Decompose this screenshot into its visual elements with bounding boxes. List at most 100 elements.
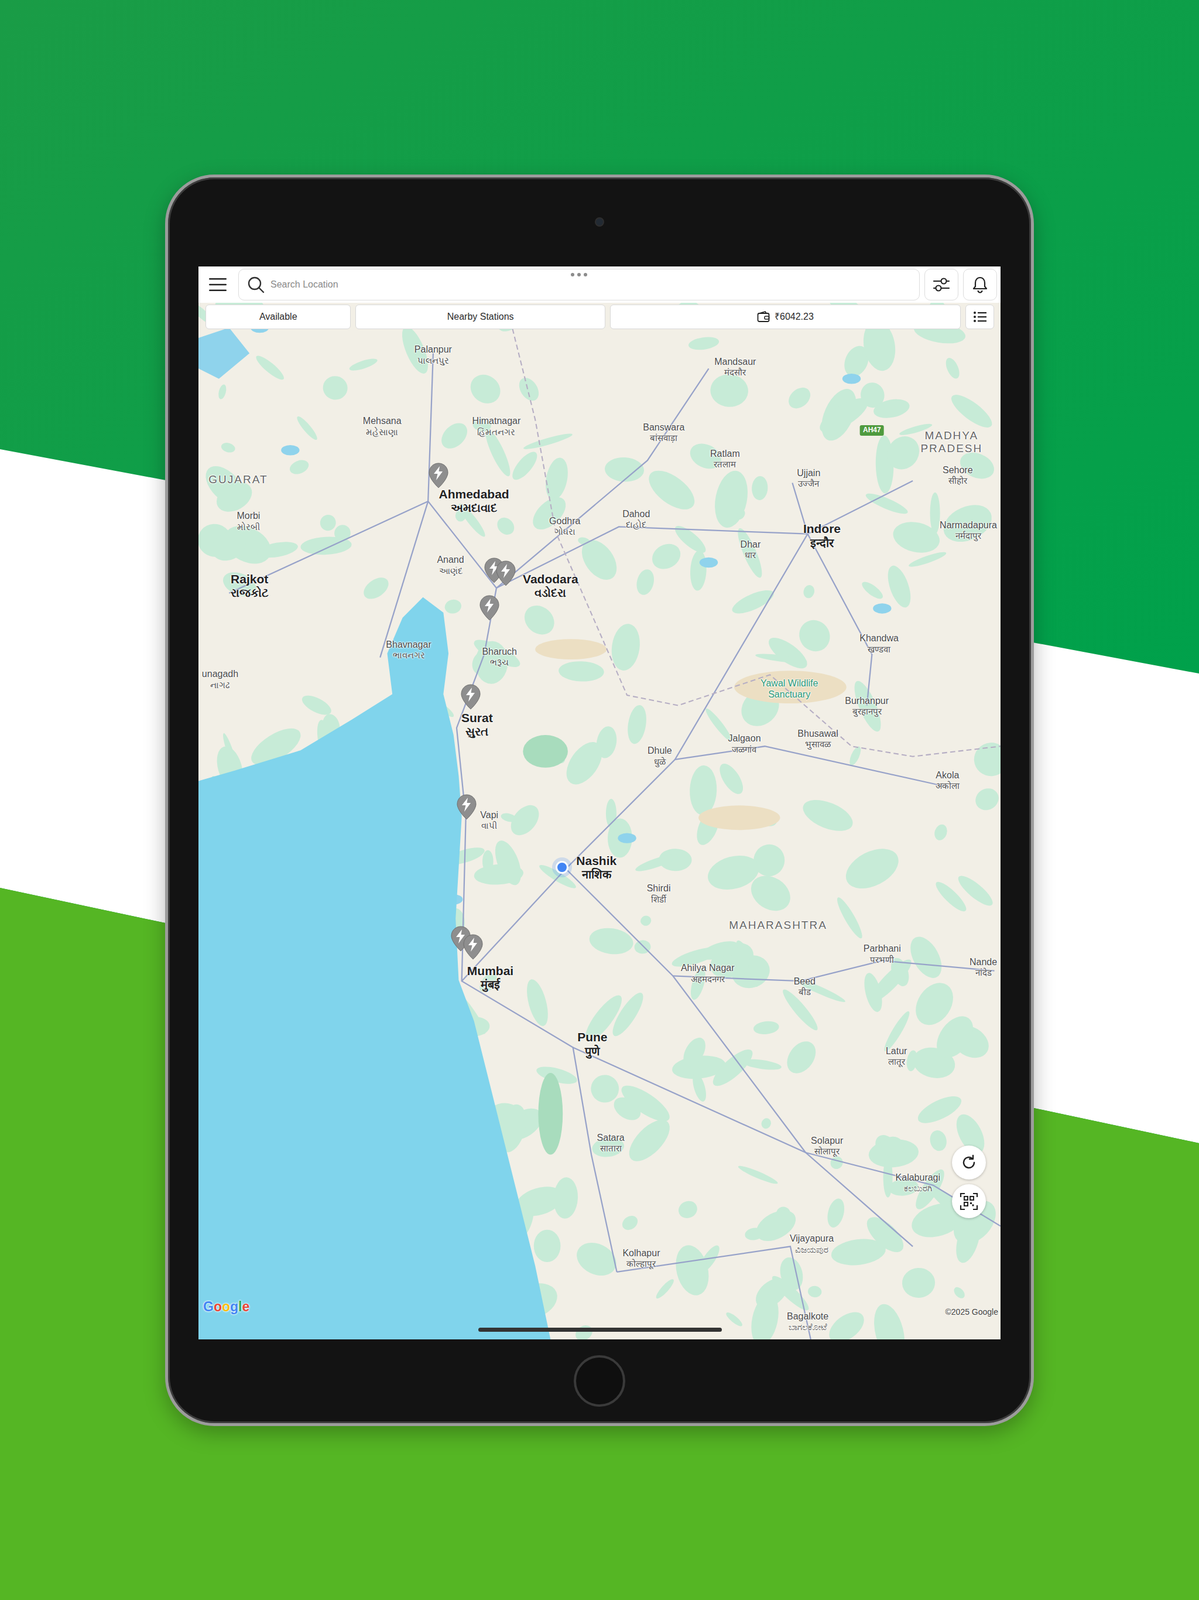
label-local-name: આણંદ [436, 565, 464, 576]
city-label: Bhusawalभुसावळ [797, 728, 838, 750]
label-name: Ratlam [710, 448, 741, 459]
label-local-name: अकोला [935, 780, 960, 791]
highway-badge: AH47 [860, 425, 885, 436]
label-local-name: बीड [793, 986, 816, 997]
map-attribution: ©2025 Google [945, 1305, 999, 1318]
city-label: Kolhapurकोल्हापूर [622, 1247, 660, 1269]
city-label: Himatnagarહિંમતનગર [472, 415, 522, 437]
city-label: Nandeनांदेड [969, 956, 998, 978]
wallet-chip[interactable]: ₹6042.23 [610, 304, 961, 330]
label-name: Shirdi [646, 882, 671, 894]
city-label: Bharuchભરૂચ [481, 646, 517, 668]
filter-button[interactable] [924, 268, 959, 301]
city-label: Morbiમોરબી [236, 510, 260, 532]
label-local-name: सातारा [597, 1142, 625, 1153]
label-local-name: धार [740, 549, 762, 560]
search-icon [247, 275, 265, 294]
home-button[interactable] [573, 1354, 626, 1407]
city-label: Ujjainउज्जैन [796, 467, 821, 489]
label-local-name: बुरहानपुर [844, 706, 889, 717]
label-name: Vijayapura [789, 1232, 834, 1244]
label-local-name: नर्मदापुर [939, 530, 998, 541]
label-name: Narmadapura [939, 519, 998, 531]
station-pin-icon[interactable] [495, 560, 516, 587]
label-name: Bhavnagar [385, 639, 431, 650]
label-local-name: मंदसौर [714, 367, 756, 378]
list-view-button[interactable] [965, 304, 995, 330]
label-local-name: ಕಲಬುರಗಿ [895, 1182, 941, 1193]
city-label: Burhanpurबुरहानपुर [844, 695, 889, 717]
city-label: Vapiવાપી [480, 809, 499, 831]
map-canvas[interactable] [198, 266, 1001, 1339]
filter-chip[interactable]: Nearby Stations [355, 304, 605, 330]
scan-qr-button[interactable] [951, 1183, 986, 1218]
tablet-frame: PalanpurપાલનપુરMandsaurमंदसौरMehsanaમહેસ… [165, 174, 1034, 1426]
city-label: Beedबीड [793, 975, 816, 998]
label-name: Bharuch [481, 646, 517, 657]
label-name: Parbhani [863, 943, 902, 954]
label-name: Nande [969, 956, 998, 968]
filter-group: Available Nearby Stations [205, 304, 606, 330]
label-name: Vapi [480, 809, 499, 821]
menu-button[interactable] [201, 268, 234, 301]
region-label: MADHYA PRADESH [920, 429, 983, 455]
station-pin-icon[interactable] [463, 933, 483, 960]
filter-label: Available [259, 309, 298, 324]
map-actions [951, 1145, 986, 1218]
city-label: unagadhનાગઢ [201, 668, 239, 690]
top-controls: Available Nearby Stations ₹6042.23 [198, 266, 1001, 330]
wallet-balance: ₹6042.23 [774, 309, 814, 324]
city-label: Shirdiशिर्डी [646, 882, 671, 904]
station-pin-icon[interactable] [460, 683, 481, 710]
label-local-name: लातूर [885, 1056, 907, 1067]
label-local-name: હિંમતનગર [472, 426, 522, 437]
city-label: Dhuleधुळे [647, 745, 673, 767]
label-local-name: मुंबई [467, 977, 514, 992]
label-name: Indore [803, 521, 841, 536]
city-label: Anandઆણંદ [436, 554, 464, 576]
label-name: Khandwa [859, 632, 899, 644]
city-label: Jalgaonजळगांव [727, 732, 761, 755]
station-pin-icon[interactable] [479, 594, 500, 621]
label-local-name: सीहोर [942, 475, 974, 486]
label-name: Beed [793, 975, 816, 987]
city-label: Mandsaurमंदसौर [714, 356, 756, 378]
city-label: Indoreइन्दौर [803, 521, 841, 550]
city-label: Parbhaniपरभणी [863, 943, 902, 965]
bottom-bezel [168, 1338, 1031, 1423]
sliders-icon [932, 276, 951, 293]
label-name: Anand [436, 554, 464, 565]
city-label: Vijayapuraವಿಜಯಪುರ [789, 1232, 834, 1255]
label-local-name: ભરૂચ [481, 656, 517, 667]
label-name: Godhra [549, 515, 581, 527]
label-local-name: कोल्हापूर [622, 1258, 660, 1269]
label-local-name: पुणे [577, 1044, 608, 1058]
label-name: Bagalkote [786, 1310, 829, 1322]
city-label: Ahilya Nagarअहमदनगर [680, 962, 735, 984]
label-name: AH47 [860, 425, 885, 436]
label-name: Latur [885, 1045, 907, 1057]
filter-chip[interactable]: Available [205, 304, 351, 330]
app-screen: PalanpurપાલનપુરMandsaurमंदसौरMehsanaમહેસ… [198, 266, 1001, 1339]
search-field[interactable] [238, 268, 920, 301]
label-local-name: खण्डवा [859, 643, 899, 654]
city-label: Bhavnagarભાવનગર [385, 639, 431, 661]
refresh-button[interactable] [951, 1145, 986, 1180]
search-input[interactable] [269, 276, 911, 293]
label-name: Solapur [810, 1135, 844, 1146]
station-pin-icon[interactable] [428, 462, 449, 489]
label-local-name: વાપી [480, 820, 499, 831]
city-label: Banswaraबांसवाड़ा [642, 422, 685, 444]
city-label: Laturलातूर [885, 1045, 907, 1067]
city-label: Kalaburagiಕಲಬುರಗಿ [895, 1172, 941, 1194]
label-local-name: ભાવનગર [385, 649, 431, 660]
label-local-name: उज्जैन [796, 478, 821, 489]
park-label: Yawal Wildlife Sanctuary [760, 677, 818, 700]
notifications-button[interactable] [963, 268, 998, 301]
camera-icon [594, 217, 605, 227]
label-local-name: परभणी [863, 954, 902, 965]
city-label: Nashikनाशिक [576, 853, 617, 882]
filter-label: Nearby Stations [447, 309, 515, 324]
city-label: Godhraગોધરા [549, 515, 581, 537]
station-pin-icon[interactable] [456, 793, 477, 820]
